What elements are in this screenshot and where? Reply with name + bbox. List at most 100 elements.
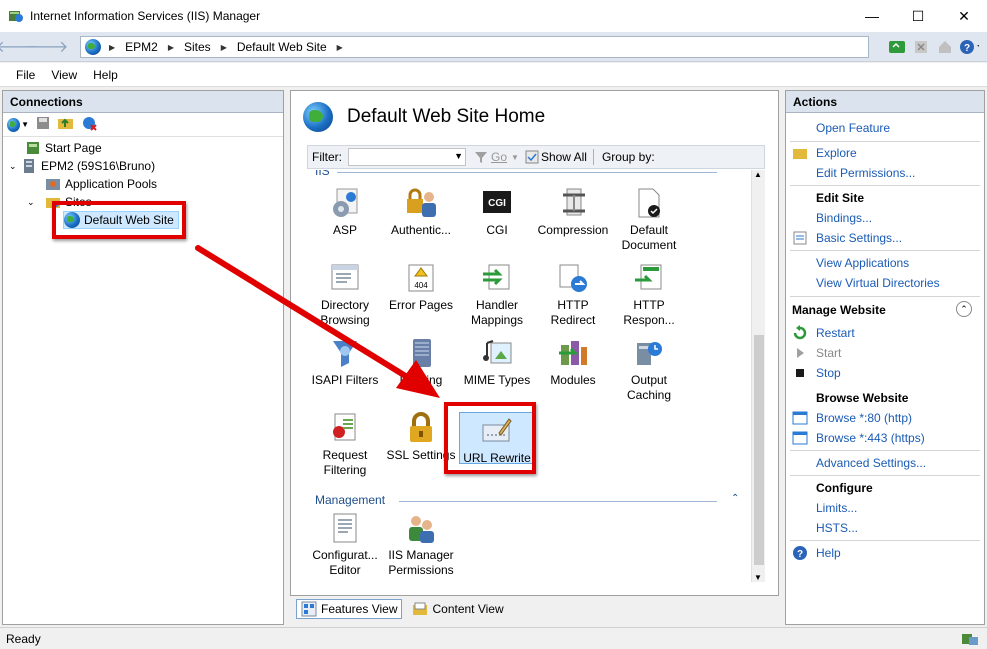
action-edit-permissions[interactable]: Edit Permissions...: [816, 164, 915, 182]
handler-mappings-icon: [481, 262, 513, 294]
refresh-icon[interactable]: [887, 37, 907, 57]
expanded-chevron-icon[interactable]: ⌄: [27, 197, 45, 208]
browse-icon: [792, 431, 808, 445]
tree-server-epm2[interactable]: ⌄ EPM2 (59S16\Bruno): [9, 157, 155, 175]
collapse-chevron-icon[interactable]: ⌃: [731, 170, 739, 177]
breadcrumb-default-web-site[interactable]: Default Web Site: [237, 40, 327, 54]
scroll-up-icon[interactable]: ▲: [754, 170, 762, 179]
svg-text:?: ?: [797, 549, 803, 560]
actions-divider: [790, 141, 980, 142]
maximize-button[interactable]: ☐: [895, 0, 941, 32]
breadcrumb-separator-icon: ▶: [220, 42, 227, 52]
action-bindings[interactable]: Bindings...: [816, 209, 872, 227]
feature-list: IIS ⌃ ASP Authentic... CGI CGI Compressi…: [307, 170, 751, 582]
scroll-down-icon[interactable]: ▼: [754, 573, 762, 582]
show-all-button[interactable]: Show All: [525, 150, 587, 164]
action-limits[interactable]: Limits...: [816, 499, 857, 517]
funnel-icon: [475, 152, 487, 163]
menu-file[interactable]: File: [8, 68, 43, 82]
feature-directory-browsing[interactable]: Directory Browsing: [307, 262, 383, 328]
action-label: Browse *:80 (http): [816, 411, 913, 425]
tab-content-view[interactable]: Content View: [408, 599, 507, 619]
feature-authentication[interactable]: Authentic...: [383, 187, 459, 238]
action-start[interactable]: Start: [792, 344, 841, 362]
action-browse-80[interactable]: Browse *:80 (http): [792, 409, 912, 427]
action-label: Basic Settings...: [816, 231, 903, 245]
tree-label: EPM2 (59S16\Bruno): [41, 159, 156, 173]
tree-application-pools[interactable]: Application Pools: [45, 175, 157, 193]
home-icon[interactable]: [935, 37, 955, 57]
feature-compression[interactable]: Compression: [535, 187, 611, 238]
action-hsts[interactable]: HSTS...: [816, 519, 858, 537]
chevron-down-icon[interactable]: ▼: [454, 151, 463, 161]
tab-label: Features View: [321, 602, 398, 616]
tab-features-view[interactable]: Features View: [296, 599, 403, 619]
tree-start-page[interactable]: Start Page: [25, 139, 102, 157]
feature-logging[interactable]: Logging: [383, 337, 459, 388]
collapse-chevron-icon[interactable]: ⌃: [956, 301, 972, 317]
actions-divider: [790, 475, 980, 476]
action-advanced-settings[interactable]: Advanced Settings...: [816, 454, 926, 472]
action-explore[interactable]: Explore: [792, 144, 857, 162]
filter-input[interactable]: ▼: [348, 148, 466, 166]
iis-app-icon: [8, 8, 24, 24]
action-basic-settings[interactable]: Basic Settings...: [792, 229, 902, 247]
menu-view[interactable]: View: [43, 68, 85, 82]
feature-mime-types[interactable]: MIME Types: [459, 337, 535, 388]
action-view-applications[interactable]: View Applications: [816, 254, 909, 272]
feature-isapi-filters[interactable]: ISAPI Filters: [307, 337, 383, 388]
breadcrumb-epm2[interactable]: EPM2: [125, 40, 158, 54]
feature-modules[interactable]: Modules: [535, 337, 611, 388]
feature-cgi[interactable]: CGI CGI: [459, 187, 535, 238]
action-view-virtual-directories[interactable]: View Virtual Directories: [816, 274, 940, 292]
help-icon: ?: [793, 546, 807, 560]
stop-icon[interactable]: [911, 37, 931, 57]
error-pages-icon: 404: [405, 262, 437, 294]
forward-button[interactable]: 🡒: [26, 36, 69, 58]
section-divider: [399, 501, 717, 502]
annotation-highlight-url-rewrite: [444, 402, 536, 474]
actions-divider: [790, 250, 980, 251]
settings-page-icon: [793, 231, 807, 245]
save-icon[interactable]: [35, 115, 51, 134]
help-dropdown-icon[interactable]: ?: [959, 37, 979, 57]
group-by-label[interactable]: Group by:: [602, 150, 655, 164]
actions-divider: [790, 296, 980, 297]
feature-configuration-editor[interactable]: Configurat... Editor: [307, 512, 383, 578]
action-label: Start: [816, 346, 842, 360]
feature-asp[interactable]: ASP: [307, 187, 383, 238]
breadcrumb[interactable]: ▶ EPM2 ▶ Sites ▶ Default Web Site ▶: [80, 36, 869, 58]
feature-label: Compression: [537, 223, 609, 237]
action-browse-443[interactable]: Browse *:443 (https): [792, 429, 925, 447]
disconnect-icon[interactable]: [81, 115, 99, 134]
action-label: Stop: [816, 366, 841, 380]
feature-output-caching[interactable]: Output Caching: [611, 337, 687, 403]
feature-http-redirect[interactable]: HTTP Redirect: [535, 262, 611, 328]
menu-help[interactable]: Help: [85, 68, 126, 82]
feature-error-pages[interactable]: 404 Error Pages: [383, 262, 459, 313]
go-button[interactable]: Go ▼: [474, 150, 519, 164]
action-open-feature[interactable]: Open Feature: [816, 119, 890, 137]
feature-request-filtering[interactable]: Request Filtering: [307, 412, 383, 478]
action-stop[interactable]: Stop: [792, 364, 841, 382]
expanded-chevron-icon[interactable]: ⌄: [9, 161, 21, 172]
feature-iis-manager-permissions[interactable]: IIS Manager Permissions: [383, 512, 459, 578]
connect-dropdown-button[interactable]: ▼: [7, 117, 29, 133]
feature-scrollbar[interactable]: ▲ ▼: [751, 170, 765, 582]
feature-handler-mappings[interactable]: Handler Mappings: [459, 262, 535, 328]
breadcrumb-sites[interactable]: Sites: [184, 40, 211, 54]
action-label: Explore: [816, 146, 857, 160]
feature-label: Error Pages: [388, 298, 454, 312]
action-restart[interactable]: Restart: [792, 324, 855, 342]
minimize-button[interactable]: —: [849, 0, 895, 32]
isapi-filters-icon: [329, 337, 361, 369]
action-help[interactable]: ? Help: [792, 544, 841, 562]
content-view-icon: [413, 602, 428, 615]
collapse-chevron-icon[interactable]: ⌃: [731, 493, 739, 504]
close-button[interactable]: ✕: [941, 0, 987, 32]
feature-default-document[interactable]: Default Document: [611, 187, 687, 253]
home-header: Default Web Site Home: [291, 91, 778, 143]
feature-http-response-headers[interactable]: HTTP Respon...: [611, 262, 687, 328]
scroll-thumb[interactable]: [754, 335, 764, 565]
up-folder-icon[interactable]: [57, 115, 75, 134]
